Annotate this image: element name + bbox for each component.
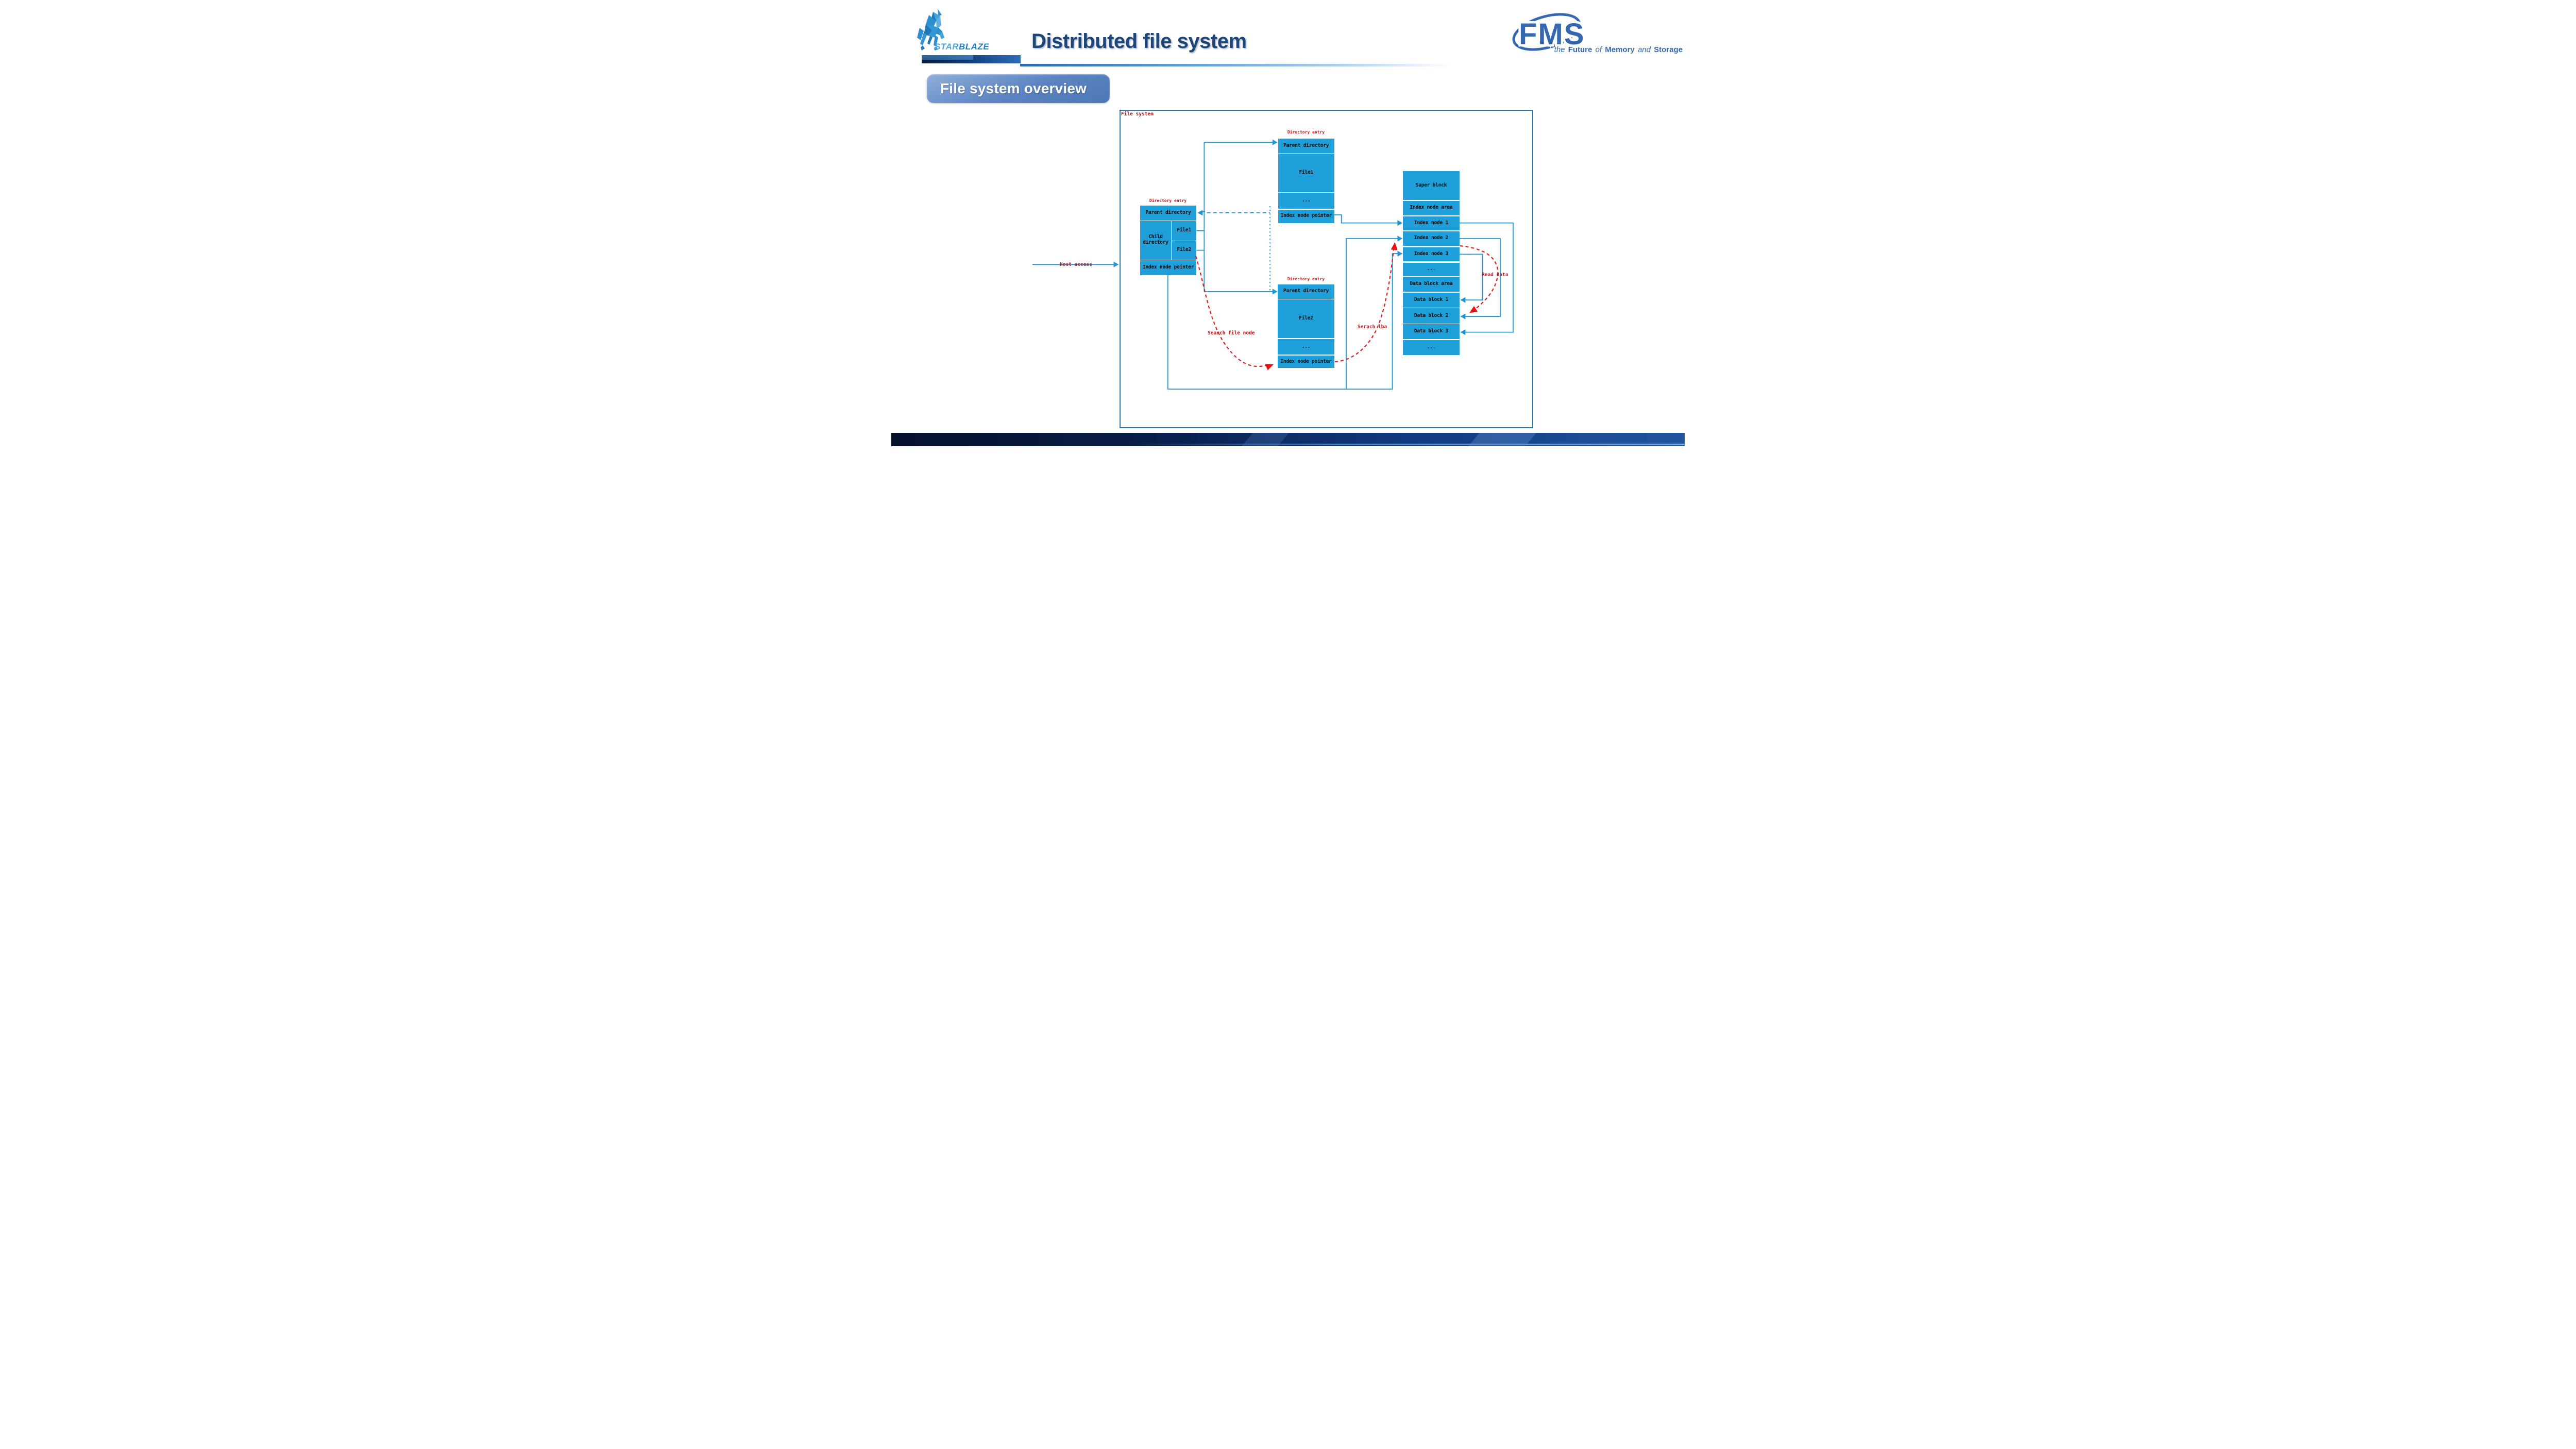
arrow-host-access	[1114, 262, 1119, 267]
top-parent-directory-cell: Parent directory	[1278, 139, 1334, 153]
section-title-text: File system overview	[927, 80, 1087, 97]
bottom-file2-cell: File2	[1278, 299, 1334, 338]
super-block-cell: Super block	[1403, 171, 1459, 200]
tagline-and: and	[1638, 45, 1651, 54]
file-system-label: File system	[1121, 111, 1154, 117]
serach-lba-label: Serach lba	[1358, 324, 1387, 330]
read-data-label: Read data	[1482, 272, 1508, 278]
left-index-node-pointer-cell: Index node pointer	[1140, 260, 1196, 275]
index-dots-cell: ...	[1403, 263, 1459, 276]
data-block-2-cell: Data block 2	[1403, 308, 1459, 323]
data-block-area-cell: Data block area	[1403, 277, 1459, 292]
footer-band	[891, 433, 1685, 446]
host-access-label: Host access	[1060, 262, 1092, 267]
section-title-banner: File system overview	[927, 74, 1110, 103]
top-file1-cell: File1	[1278, 154, 1334, 192]
left-parent-directory-cell: Parent directory	[1140, 206, 1196, 221]
starblaze-wordmark: STARBLAZE	[935, 42, 989, 52]
index-node-1-cell: Index node 1	[1403, 216, 1459, 230]
header-rule	[1020, 64, 1466, 66]
bottom-parent-directory-cell: Parent directory	[1278, 284, 1334, 299]
top-index-node-pointer-cell: Index node pointer	[1278, 210, 1334, 223]
data-dots-cell: ...	[1403, 340, 1459, 355]
directory-entry-left-label: Directory entry	[1140, 198, 1196, 203]
left-file1-cell: File1	[1172, 221, 1196, 241]
tagline-storage: Storage	[1654, 45, 1683, 54]
index-node-3-cell: Index node 3	[1403, 247, 1459, 262]
page-title: Distributed file system	[1031, 30, 1247, 53]
index-node-area-cell: Index node area	[1403, 201, 1459, 216]
brand-star-text: STAR	[935, 42, 959, 52]
fms-tagline: the Future of Memory and Storage	[1553, 45, 1683, 54]
tagline-of: of	[1596, 45, 1602, 54]
bottom-index-node-pointer-cell: Index node pointer	[1278, 356, 1334, 368]
tagline-the: the	[1554, 45, 1565, 54]
data-block-1-cell: Data block 1	[1403, 293, 1459, 308]
left-child-directory-cell: Child directory	[1140, 221, 1171, 260]
directory-entry-bottom-label: Directory entry	[1278, 277, 1334, 281]
directory-entry-top-label: Directory entry	[1278, 130, 1334, 134]
top-dots-cell: ...	[1278, 193, 1334, 209]
tagline-future: Future	[1568, 45, 1592, 54]
brand-blaze-text: BLAZE	[959, 42, 989, 52]
data-block-3-cell: Data block 3	[1403, 324, 1459, 339]
left-file2-cell: File2	[1172, 241, 1196, 260]
slide: STARBLAZE Distributed file system FMS th…	[891, 0, 1685, 446]
header-accent-bar-highlight	[922, 55, 973, 60]
footer-edge-highlight	[1128, 444, 1685, 445]
bottom-dots-cell: ...	[1278, 339, 1334, 355]
search-file-node-label: Search file node	[1208, 330, 1255, 336]
tagline-memory: Memory	[1605, 45, 1635, 54]
index-node-2-cell: Index node 2	[1403, 231, 1459, 246]
